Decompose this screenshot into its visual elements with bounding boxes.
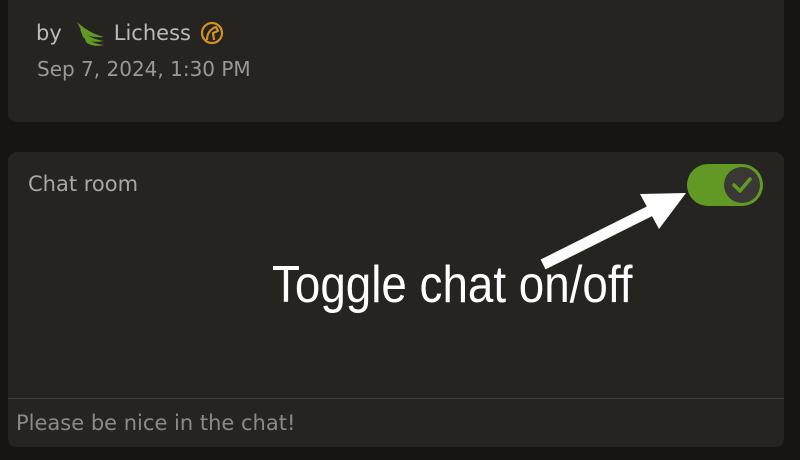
check-icon — [732, 177, 752, 193]
annotation-text: Toggle chat on/off — [272, 256, 633, 314]
username-link[interactable]: Lichess — [114, 21, 191, 45]
study-info-card: by Lichess Sep 7, 2024, 1:30 PM — [8, 0, 784, 122]
wing-icon — [76, 22, 104, 46]
patron-horse-icon — [200, 21, 224, 45]
toggle-knob — [724, 167, 760, 203]
author-row: by Lichess — [36, 18, 225, 48]
publish-date: Sep 7, 2024, 1:30 PM — [37, 57, 251, 81]
by-label: by — [36, 21, 62, 45]
chat-input[interactable] — [8, 399, 784, 447]
chat-room-title: Chat room — [28, 172, 139, 196]
chat-toggle-switch[interactable] — [687, 164, 763, 206]
